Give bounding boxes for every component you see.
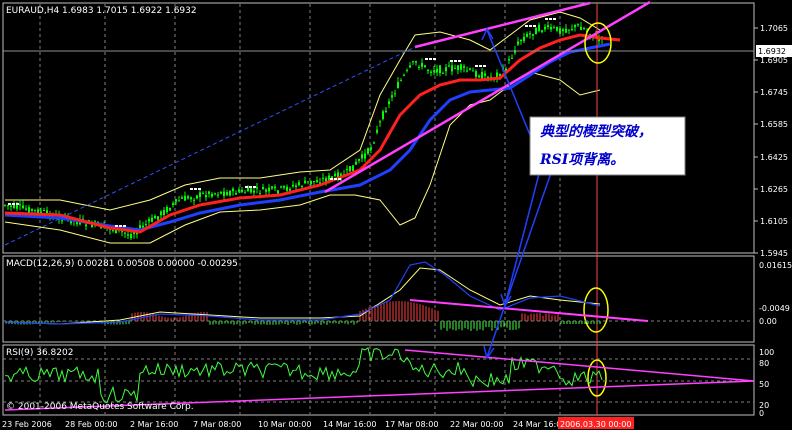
svg-text:23 Feb 2006: 23 Feb 2006	[2, 420, 52, 429]
svg-text:14 Mar 16:00: 14 Mar 16:00	[323, 420, 376, 429]
svg-text:1.6905: 1.6905	[760, 56, 788, 65]
svg-text:2006.03.30 00:00: 2006.03.30 00:00	[560, 420, 631, 429]
svg-text:1.6745: 1.6745	[760, 88, 788, 97]
rsi-title: RSI(9) 36.8202	[6, 348, 73, 358]
main-title: EURAUD,H4 1.6983 1.7015 1.6922 1.6932	[6, 6, 197, 16]
svg-text:0: 0	[759, 409, 764, 418]
svg-text:17 Mar 08:00: 17 Mar 08:00	[385, 420, 438, 429]
svg-text:1.6932: 1.6932	[758, 47, 786, 56]
annotation-line-2: RSI项背离。	[539, 151, 624, 168]
macd-title: MACD(12,26,9) 0.00281 0.00508 0.00000 -0…	[6, 259, 238, 269]
svg-text:0.01615: 0.01615	[759, 261, 792, 270]
copyright-text: © 2001-2006 MetaQuotes Software Corp.	[6, 402, 194, 412]
svg-text:7 Mar 08:00: 7 Mar 08:00	[193, 420, 241, 429]
svg-text:1.6585: 1.6585	[760, 120, 788, 129]
svg-text:28 Feb 00:00: 28 Feb 00:00	[65, 420, 117, 429]
svg-text:22 Mar 00:00: 22 Mar 00:00	[450, 420, 503, 429]
svg-text:100: 100	[759, 348, 774, 357]
svg-text:1.6265: 1.6265	[760, 185, 788, 194]
svg-text:10 Mar 00:00: 10 Mar 00:00	[258, 420, 311, 429]
annotation-box[interactable]: 典型的楔型突破， RSI项背离。	[529, 116, 686, 176]
svg-text:50: 50	[759, 380, 769, 389]
current-price-label: 1.6932	[756, 45, 792, 57]
svg-text:2 Mar 16:00: 2 Mar 16:00	[130, 420, 178, 429]
svg-text:1.7065: 1.7065	[760, 24, 788, 33]
svg-text:1.6105: 1.6105	[760, 217, 788, 226]
svg-text:80: 80	[759, 359, 769, 368]
svg-text:0.00: 0.00	[759, 317, 777, 326]
svg-text:-0.0049: -0.0049	[759, 304, 790, 313]
annotation-line-1: 典型的楔型突破，	[540, 123, 652, 140]
svg-text:1.6425: 1.6425	[760, 153, 788, 162]
svg-text:1.5945: 1.5945	[760, 249, 788, 258]
chart-window[interactable]: 1.7065 1.6905 1.6745 1.6585 1.6425 1.6265 1.61…	[0, 0, 792, 430]
